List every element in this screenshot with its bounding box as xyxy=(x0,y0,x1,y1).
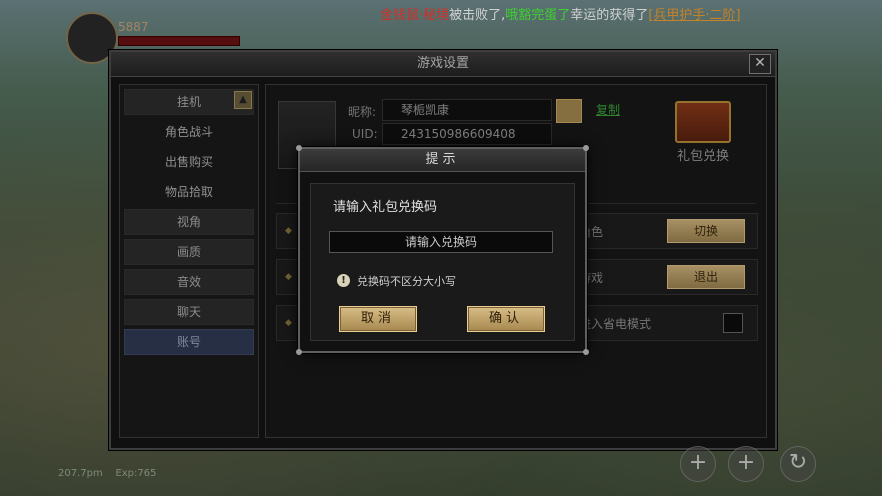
corner-ornament xyxy=(296,349,302,355)
dialog-body: 请输入礼包兑换码 ! 兑换码不区分大小写 取消 确认 xyxy=(310,183,575,341)
corner-ornament xyxy=(583,349,589,355)
coords-readout: 207.7pm xyxy=(58,468,103,479)
skill-slot-icon[interactable]: + xyxy=(728,446,764,482)
exp-readout: Exp:765 xyxy=(115,468,157,479)
redeem-dialog: 提示 请输入礼包兑换码 ! 兑换码不区分大小写 取消 确认 xyxy=(296,145,589,355)
info-icon: ! xyxy=(337,274,350,287)
corner-ornament xyxy=(583,145,589,151)
refresh-icon[interactable]: ↻ xyxy=(780,446,816,482)
cancel-button[interactable]: 取消 xyxy=(339,306,417,332)
corner-ornament xyxy=(296,145,302,151)
bottom-status: 207.7pm Exp:765 xyxy=(58,468,156,479)
skill-slot-icon[interactable]: + xyxy=(680,446,716,482)
dialog-prompt: 请输入礼包兑换码 xyxy=(333,200,438,215)
confirm-button[interactable]: 确认 xyxy=(467,306,545,332)
dialog-hint: 兑换码不区分大小写 xyxy=(357,275,456,288)
dialog-title: 提示 xyxy=(300,149,585,172)
redeem-code-input[interactable] xyxy=(329,231,553,253)
